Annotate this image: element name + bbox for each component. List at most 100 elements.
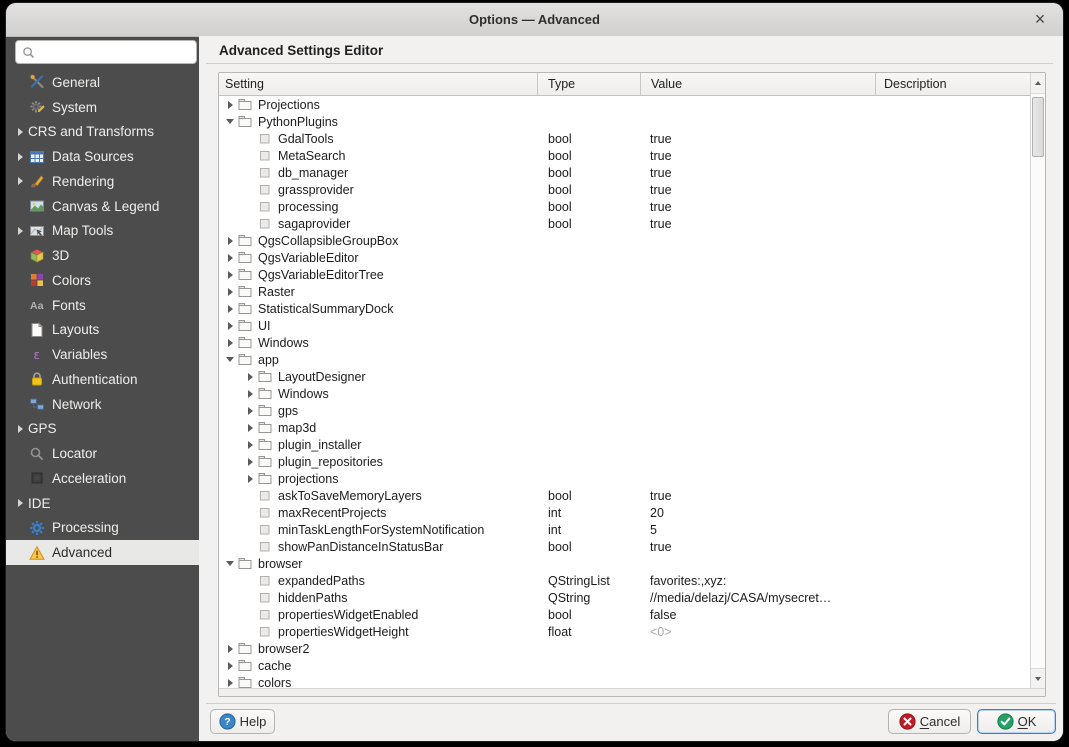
tree-row-showpandistanceinstatusbar[interactable]: showPanDistanceInStatusBarbooltrue [219, 538, 1030, 555]
tree-row-plugin-repositories[interactable]: plugin_repositories [219, 453, 1030, 470]
sidebar-item-canvas-legend[interactable]: Canvas & Legend [6, 194, 199, 219]
tree-row-asktosavememorylayers[interactable]: askToSaveMemoryLayersbooltrue [219, 487, 1030, 504]
search-input[interactable] [39, 41, 219, 63]
close-button[interactable]: × [1029, 9, 1051, 31]
sidebar-item-system[interactable]: System [6, 95, 199, 120]
sidebar-item-advanced[interactable]: Advanced [6, 540, 199, 565]
expand-arrow-icon[interactable] [223, 271, 237, 279]
scroll-up-button[interactable] [1031, 73, 1045, 94]
general-tools-icon [28, 74, 45, 90]
tree-row-app[interactable]: app [219, 351, 1030, 368]
checkbox-icon [257, 185, 273, 195]
magnifier-icon [28, 446, 45, 462]
sidebar-item-rendering[interactable]: Rendering [6, 169, 199, 194]
expand-arrow-icon[interactable] [243, 390, 257, 398]
expand-arrow-icon[interactable] [223, 101, 237, 109]
sidebar-item-colors[interactable]: Colors [6, 268, 199, 293]
sidebar-item-acceleration[interactable]: Acceleration [6, 466, 199, 491]
tree-row-qgsvariableeditor[interactable]: QgsVariableEditor [219, 249, 1030, 266]
tree-row-sagaprovider[interactable]: sagaproviderbooltrue [219, 215, 1030, 232]
expand-arrow-icon[interactable] [243, 424, 257, 432]
tree-row-db-manager[interactable]: db_managerbooltrue [219, 164, 1030, 181]
expand-arrow-icon[interactable] [243, 441, 257, 449]
sidebar-item-crs-and-transforms[interactable]: CRS and Transforms [6, 120, 199, 145]
sidebar-item-locator[interactable]: Locator [6, 441, 199, 466]
sidebar-item-general[interactable]: General [6, 70, 199, 95]
titlebar[interactable]: Options — Advanced × [6, 3, 1063, 37]
sidebar-item-ide[interactable]: IDE [6, 491, 199, 516]
sidebar-item-data-sources[interactable]: Data Sources [6, 144, 199, 169]
column-header-value[interactable]: Value [641, 73, 876, 96]
tree-row-grassprovider[interactable]: grassproviderbooltrue [219, 181, 1030, 198]
expand-arrow-icon[interactable] [223, 679, 237, 687]
column-header-type[interactable]: Type [538, 73, 641, 96]
help-button[interactable]: ? Help [210, 709, 275, 734]
tree-row-mintasklengthforsystemnotification[interactable]: minTaskLengthForSystemNotificationint5 [219, 521, 1030, 538]
expand-arrow-icon[interactable] [223, 561, 237, 566]
vertical-scrollbar[interactable] [1030, 73, 1045, 689]
cancel-icon [899, 713, 916, 730]
tree-row-qgsvariableeditortree[interactable]: QgsVariableEditorTree [219, 266, 1030, 283]
column-header-description[interactable]: Description [876, 73, 1030, 96]
expand-arrow-icon[interactable] [223, 339, 237, 347]
sidebar-item-fonts[interactable]: AaFonts [6, 293, 199, 318]
tree-row-expandedpaths[interactable]: expandedPathsQStringListfavorites:,xyz: [219, 572, 1030, 589]
tree-row-browser[interactable]: browser [219, 555, 1030, 572]
tree-row-ui[interactable]: UI [219, 317, 1030, 334]
tree-row-gdaltools[interactable]: GdalToolsbooltrue [219, 130, 1030, 147]
tree-row-pythonplugins[interactable]: PythonPlugins [219, 113, 1030, 130]
tree-row-projections[interactable]: projections [219, 470, 1030, 487]
tree-row-maxrecentprojects[interactable]: maxRecentProjectsint20 [219, 504, 1030, 521]
sidebar-item-variables[interactable]: εVariables [6, 342, 199, 367]
ok-button[interactable]: OK [977, 709, 1056, 734]
expand-arrow-icon[interactable] [243, 475, 257, 483]
sidebar-item-network[interactable]: Network [6, 392, 199, 417]
tree-row-projections[interactable]: Projections [219, 96, 1030, 113]
expand-arrow-icon[interactable] [223, 254, 237, 262]
sidebar-item-label: IDE [28, 496, 51, 511]
tree-row-colors[interactable]: colors [219, 674, 1030, 689]
sidebar-item-gps[interactable]: GPS [6, 417, 199, 442]
sidebar-item-processing[interactable]: Processing [6, 516, 199, 541]
tree-row-raster[interactable]: Raster [219, 283, 1030, 300]
tree-row-metasearch[interactable]: MetaSearchbooltrue [219, 147, 1030, 164]
sidebar-item-layouts[interactable]: Layouts [6, 318, 199, 343]
tree-row-qgscollapsiblegroupbox[interactable]: QgsCollapsibleGroupBox [219, 232, 1030, 249]
expand-arrow-icon[interactable] [243, 373, 257, 381]
expand-arrow-icon[interactable] [223, 305, 237, 313]
tree-row-processing[interactable]: processingbooltrue [219, 198, 1030, 215]
tree-row-hiddenpaths[interactable]: hiddenPathsQString//media/delazj/CASA/my… [219, 589, 1030, 606]
expand-arrow-icon[interactable] [223, 645, 237, 653]
arrow-down-icon [1035, 677, 1041, 681]
tree-row-gps[interactable]: gps [219, 402, 1030, 419]
expand-arrow-icon[interactable] [223, 357, 237, 362]
expand-arrow-icon[interactable] [223, 237, 237, 245]
expand-arrow-icon[interactable] [223, 119, 237, 124]
sidebar-item-3d[interactable]: 3D [6, 243, 199, 268]
tree-row-statisticalsummarydock[interactable]: StatisticalSummaryDock [219, 300, 1030, 317]
horizontal-scrollbar[interactable] [219, 688, 1045, 696]
sidebar-item-map-tools[interactable]: Map Tools [6, 219, 199, 244]
folder-icon [237, 285, 253, 298]
expand-arrow-icon[interactable] [223, 288, 237, 296]
cancel-button[interactable]: Cancel [888, 709, 971, 734]
tree-row-windows[interactable]: Windows [219, 385, 1030, 402]
scrollbar-thumb[interactable] [1032, 97, 1044, 157]
tree-row-propertieswidgetenabled[interactable]: propertiesWidgetEnabledboolfalse [219, 606, 1030, 623]
expand-arrow-icon[interactable] [223, 322, 237, 330]
setting-cell: Windows [219, 387, 538, 401]
tree-row-cache[interactable]: cache [219, 657, 1030, 674]
expand-arrow-icon[interactable] [223, 662, 237, 670]
column-header-setting[interactable]: Setting [219, 73, 538, 96]
tree-row-browser2[interactable]: browser2 [219, 640, 1030, 657]
tree-row-plugin-installer[interactable]: plugin_installer [219, 436, 1030, 453]
tree-row-windows[interactable]: Windows [219, 334, 1030, 351]
tree-row-propertieswidgetheight[interactable]: propertiesWidgetHeightfloat<0> [219, 623, 1030, 640]
sidebar-search[interactable] [15, 40, 197, 64]
tree-row-layoutdesigner[interactable]: LayoutDesigner [219, 368, 1030, 385]
sidebar-item-authentication[interactable]: Authentication [6, 367, 199, 392]
tree-row-map3d[interactable]: map3d [219, 419, 1030, 436]
expand-arrow-icon[interactable] [243, 458, 257, 466]
scroll-down-button[interactable] [1031, 668, 1045, 689]
expand-arrow-icon[interactable] [243, 407, 257, 415]
